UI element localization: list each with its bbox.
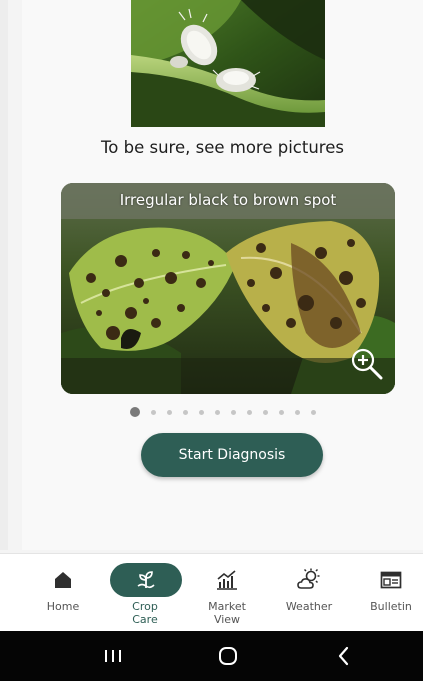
pagination-dot[interactable] <box>294 409 300 415</box>
pagination-dot[interactable] <box>166 409 172 415</box>
pagination-dot[interactable] <box>310 409 316 415</box>
nav-item-market-view[interactable]: Market View <box>192 554 262 626</box>
nav-label-market-view: Market View <box>208 600 246 626</box>
home-icon <box>55 572 71 588</box>
nav-item-bulletin[interactable]: Bulletin <box>356 554 423 613</box>
nav-label-bulletin: Bulletin <box>370 600 412 613</box>
start-diagnosis-button[interactable]: Start Diagnosis <box>141 433 323 477</box>
system-navigation-bar <box>0 631 423 681</box>
nav-item-crop-care[interactable]: Crop Care <box>110 554 182 626</box>
pagination-dot[interactable] <box>214 409 220 415</box>
back-icon[interactable] <box>332 644 356 668</box>
pagination-dot[interactable] <box>198 409 204 415</box>
leaf-spot-photo <box>61 183 395 394</box>
recent-apps-icon[interactable] <box>101 644 125 668</box>
newspaper-icon <box>380 571 402 589</box>
pagination-dot[interactable] <box>182 409 188 415</box>
nav-item-home[interactable]: Home <box>28 554 98 613</box>
symptom-carousel-card[interactable]: Irregular black to brown spot <box>61 183 395 394</box>
nav-label-weather: Weather <box>285 600 333 613</box>
nav-label-crop-care: Crop Care <box>132 600 158 626</box>
pagination-dot[interactable] <box>246 409 252 415</box>
slide-title: Irregular black to brown spot <box>119 191 337 209</box>
nav-label-home: Home <box>46 600 80 613</box>
pagination-dot[interactable] <box>230 409 236 415</box>
sprout-icon <box>137 571 155 589</box>
pagination-dot[interactable] <box>129 407 140 417</box>
carousel-pagination <box>22 407 423 417</box>
see-more-caption: To be sure, see more pictures <box>101 138 344 157</box>
pest-photo <box>131 0 325 127</box>
previous-page-edge <box>0 0 8 550</box>
pagination-dot[interactable] <box>262 409 268 415</box>
home-button-icon[interactable] <box>216 644 240 668</box>
pagination-dot[interactable] <box>278 409 284 415</box>
zoom-in-icon[interactable] <box>349 346 385 382</box>
chart-icon <box>217 570 237 590</box>
bottom-navigation: Home Crop Care Market View Weather Bulle… <box>0 553 423 632</box>
pagination-dot[interactable] <box>150 409 156 415</box>
weather-icon <box>297 568 320 589</box>
nav-item-weather[interactable]: Weather <box>274 554 344 613</box>
